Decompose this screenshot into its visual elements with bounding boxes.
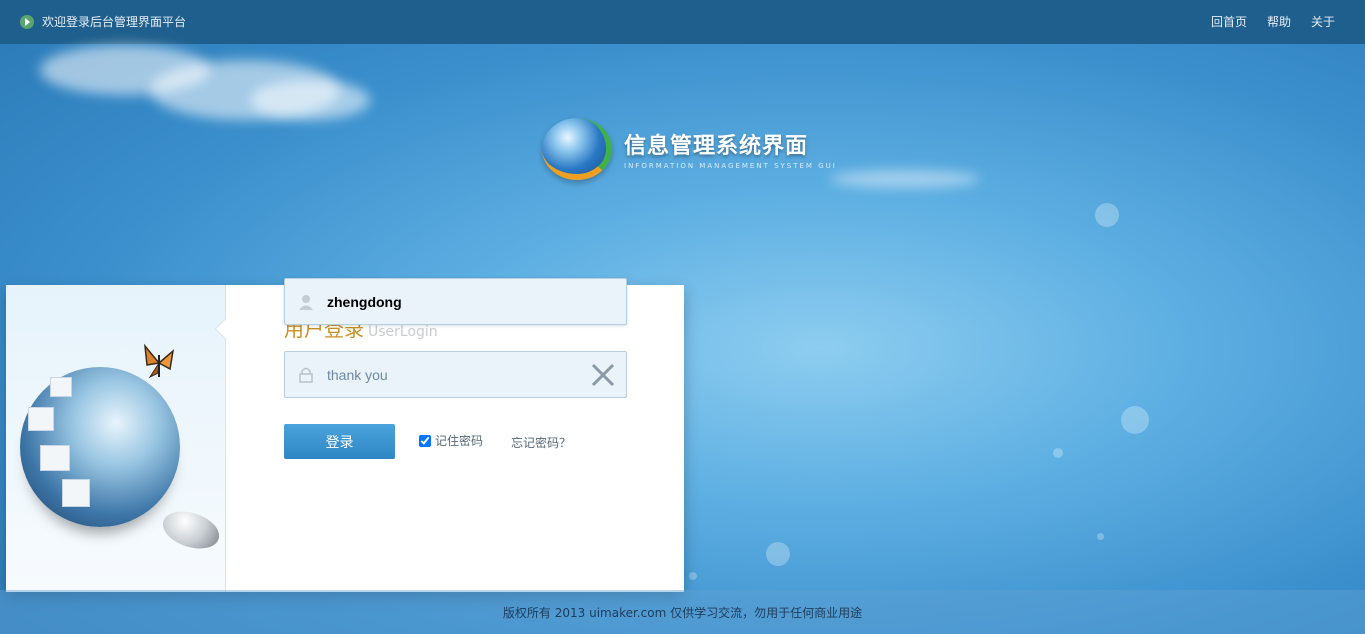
- login-panel: 用户登录 UserLogin 登录 记住密码 忘记密码？: [6, 285, 684, 592]
- login-illustration: [6, 285, 238, 592]
- nav-about-link[interactable]: 关于: [1311, 13, 1335, 30]
- bubble-decoration: [1053, 448, 1063, 458]
- username-field[interactable]: [284, 278, 627, 325]
- cloud-decoration: [830, 170, 980, 188]
- remember-password[interactable]: 记住密码: [419, 432, 483, 449]
- butterfly-icon: [143, 343, 175, 379]
- top-bar: 欢迎登录后台管理界面平台 回首页 帮助 关于: [0, 0, 1365, 44]
- nav-home-link[interactable]: 回首页: [1211, 13, 1247, 30]
- bubble-decoration: [1121, 406, 1149, 434]
- globe-logo-icon: [542, 118, 612, 180]
- welcome: 欢迎登录后台管理界面平台: [20, 13, 186, 30]
- bubble-decoration: [1097, 533, 1104, 540]
- welcome-text: 欢迎登录后台管理界面平台: [42, 15, 187, 29]
- clear-icon[interactable]: [590, 362, 616, 388]
- logo-subtitle: INFORMATION MANAGEMENT SYSTEM GUI: [624, 162, 837, 170]
- panel-pointer: [214, 317, 238, 341]
- login-button[interactable]: 登录: [284, 424, 395, 459]
- bubble-decoration: [766, 542, 790, 566]
- footer: 版权所有 2013 uimaker.com 仅供学习交流，勿用于任何商业用途: [0, 590, 1365, 634]
- top-nav: 回首页 帮助 关于: [1211, 13, 1335, 30]
- forgot-password-link[interactable]: 忘记密码？: [511, 434, 571, 451]
- play-icon: [20, 14, 34, 29]
- user-icon: [285, 293, 327, 311]
- puzzle-globe-illustration: [20, 367, 180, 527]
- bubble-decoration: [1095, 203, 1119, 227]
- remember-checkbox[interactable]: [419, 434, 431, 447]
- password-input[interactable]: [327, 366, 577, 383]
- username-input[interactable]: [327, 293, 577, 310]
- logo-title: 信息管理系统界面: [624, 134, 809, 159]
- password-field[interactable]: [284, 351, 627, 398]
- bubble-decoration: [689, 572, 697, 580]
- remember-label: 记住密码: [435, 434, 484, 448]
- nav-help-link[interactable]: 帮助: [1267, 13, 1291, 30]
- computer-mouse-illustration: [158, 504, 224, 556]
- lock-icon: [285, 366, 327, 384]
- system-logo: 信息管理系统界面 INFORMATION MANAGEMENT SYSTEM G…: [542, 118, 837, 180]
- copyright-text: 版权所有 2013 uimaker.com 仅供学习交流，勿用于任何商业用途: [502, 605, 863, 620]
- cloud-decoration: [250, 80, 370, 120]
